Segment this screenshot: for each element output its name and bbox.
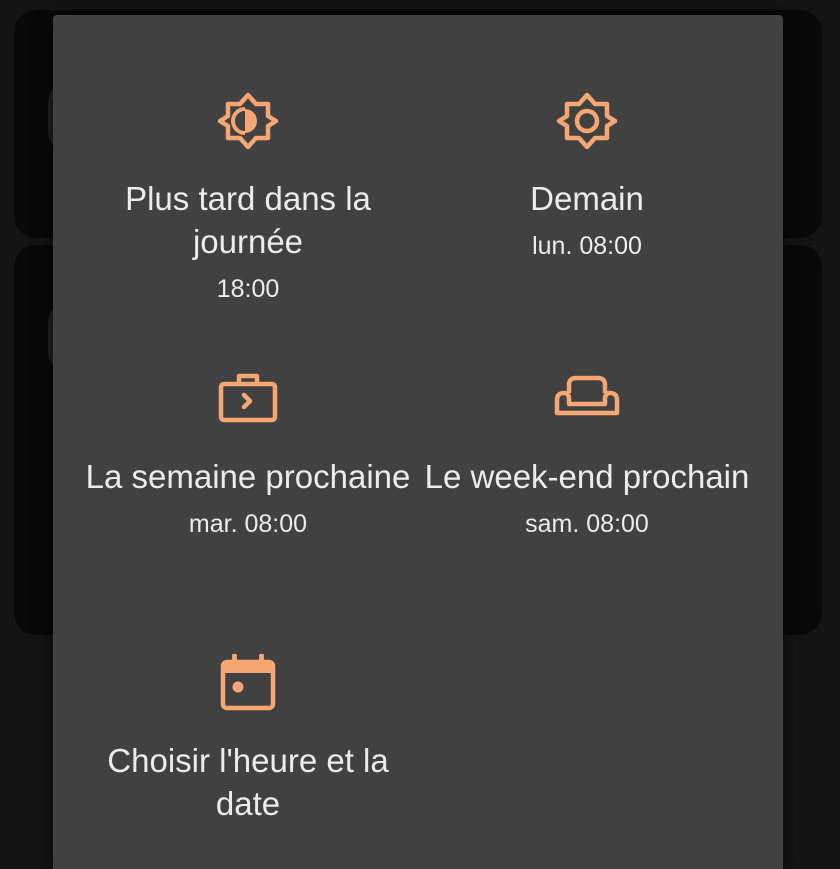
snooze-later-today[interactable]: Plus tard dans la journée 18:00 [83, 85, 413, 307]
calendar-icon [212, 647, 284, 719]
snooze-sheet: Plus tard dans la journée 18:00 Demain l… [53, 15, 783, 869]
brightness-half-icon [212, 85, 284, 157]
snooze-next-weekend[interactable]: Le week-end prochain sam. 08:00 [422, 363, 752, 542]
snooze-pick-date-time[interactable]: Choisir l'heure et la date [83, 647, 413, 825]
snooze-option-label: La semaine prochaine [85, 458, 411, 495]
brightness-icon [551, 85, 623, 157]
snooze-next-week[interactable]: La semaine prochaine mar. 08:00 [83, 363, 413, 542]
snooze-option-label: Demain [530, 180, 644, 217]
briefcase-icon [212, 363, 284, 435]
snooze-option-label: Le week-end prochain [424, 458, 750, 495]
snooze-option-time: lun. 08:00 [532, 232, 642, 260]
snooze-option-label: Choisir l'heure et la date [107, 742, 389, 822]
snooze-option-label: Plus tard dans la journée [125, 180, 371, 260]
snooze-option-time: mar. 08:00 [188, 510, 308, 538]
sofa-icon [551, 363, 623, 435]
snooze-tomorrow[interactable]: Demain lun. 08:00 [422, 85, 752, 264]
snooze-option-time: 18:00 [216, 275, 280, 303]
snooze-option-time: sam. 08:00 [525, 510, 649, 538]
